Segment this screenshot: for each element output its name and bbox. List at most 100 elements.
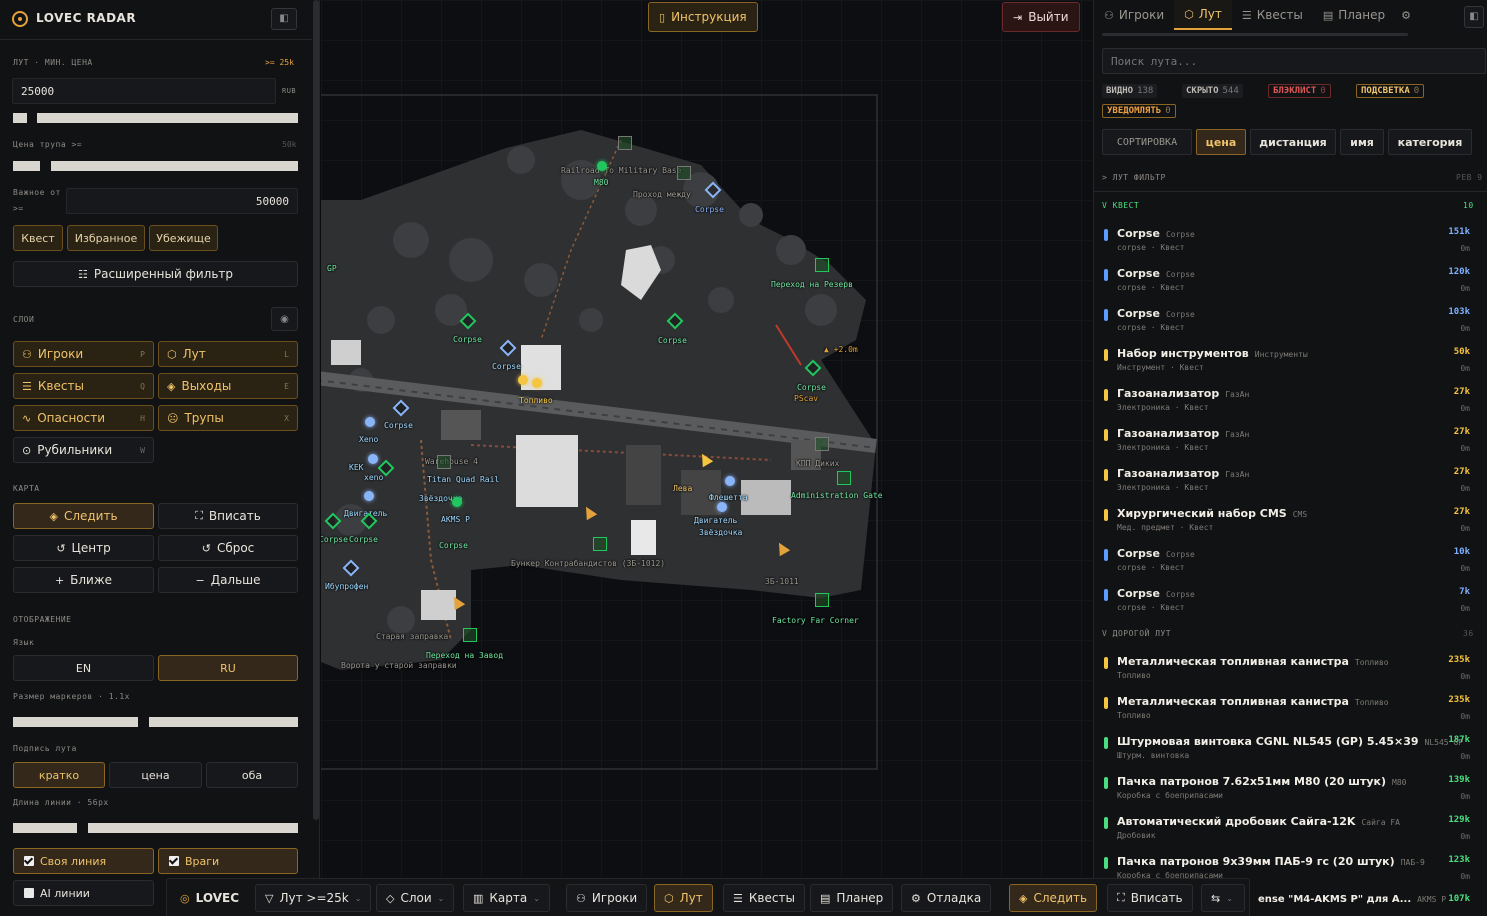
- entity-dot-icon[interactable]: [365, 417, 375, 427]
- list-item[interactable]: Corpse Corpse corpse · Квест 10k 0m: [1102, 542, 1478, 582]
- filter-stash-button[interactable]: Убежище: [149, 225, 218, 251]
- layer-loot-toggle[interactable]: ⬡ Лут L: [158, 341, 298, 367]
- list-item[interactable]: Corpse Corpse corpse · Квест 103k 0m: [1102, 302, 1478, 342]
- list-item[interactable]: Corpse Corpse corpse · Квест 151k 0m: [1102, 222, 1478, 262]
- caption-price-button[interactable]: цена: [109, 762, 202, 788]
- entity-dot-icon[interactable]: [717, 502, 727, 512]
- layers-dropdown[interactable]: ◇ Слои ⌄: [376, 884, 455, 912]
- list-item[interactable]: Corpse Corpse corpse · Квест 7k 0m: [1102, 582, 1478, 622]
- layers-visibility-button[interactable]: ◉: [271, 307, 298, 331]
- center-button[interactable]: ↺ Центр: [13, 535, 154, 561]
- layer-players-toggle[interactable]: ⚇ Игроки P: [13, 341, 154, 367]
- entity-dot-icon[interactable]: [725, 476, 735, 486]
- bottom-follow-button[interactable]: ◈ Следить: [1009, 884, 1098, 912]
- layer-quests-toggle[interactable]: ☰ Квесты Q: [13, 373, 154, 399]
- loot-filter-toggle[interactable]: > ЛУТ ФИЛЬТР: [1102, 173, 1166, 182]
- brand-button[interactable]: ◎ LOVEC: [171, 884, 248, 912]
- bottom-debug-button[interactable]: ⚙ Отладка: [901, 884, 992, 912]
- exit-square-icon[interactable]: [815, 437, 829, 451]
- line-length-slider-track[interactable]: [88, 823, 298, 833]
- ai-lines-checkbox[interactable]: AI линии: [13, 880, 154, 906]
- exit-square-icon[interactable]: [463, 628, 477, 642]
- bottom-fit-button[interactable]: ⛶ Вписать: [1107, 884, 1193, 912]
- marker-size-slider-fill[interactable]: [13, 717, 138, 727]
- left-scrollbar[interactable]: [313, 0, 319, 820]
- exit-square-icon[interactable]: [437, 455, 451, 469]
- layer-hazards-toggle[interactable]: ∿ Опасности H: [13, 405, 154, 431]
- bottom-more-button[interactable]: ⇆ ⌄: [1201, 884, 1245, 912]
- exit-button[interactable]: ⇥ Выйти: [1002, 2, 1080, 32]
- exit-square-icon[interactable]: [815, 258, 829, 272]
- loot-slider-track[interactable]: [37, 113, 298, 123]
- advanced-filter-button[interactable]: ☷ Расширенный фильтр: [13, 261, 298, 287]
- tab-planner[interactable]: ▤ Планер: [1313, 0, 1395, 30]
- list-item[interactable]: Хирургический набор CMS CMS Мед. предмет …: [1102, 502, 1478, 542]
- filter-favorites-button[interactable]: Избранное: [67, 225, 145, 251]
- entity-dot-icon[interactable]: [532, 378, 542, 388]
- bottom-players-button[interactable]: ⚇ Игроки: [566, 884, 648, 912]
- entity-dot-icon[interactable]: [597, 161, 607, 171]
- list-item[interactable]: Corpse Corpse corpse · Квест 120k 0m: [1102, 262, 1478, 302]
- own-line-checkbox[interactable]: Своя линия: [13, 848, 154, 874]
- valuable-section-header[interactable]: V ДОРОГОЙ ЛУТ: [1102, 629, 1171, 638]
- sort-distance-button[interactable]: дистанция: [1250, 129, 1336, 155]
- filter-quest-button[interactable]: Квест: [13, 225, 63, 251]
- tabs-scrollbar[interactable]: [1102, 33, 1408, 36]
- list-item[interactable]: Штурмовая винтовка CGNL NL545 (GP) 5.45×…: [1102, 730, 1478, 770]
- list-item[interactable]: Набор инструментов Инструменты Инструмент…: [1102, 342, 1478, 382]
- corpse-slider-handle[interactable]: [13, 161, 40, 171]
- bottom-planner-button[interactable]: ▤ Планер: [810, 884, 894, 912]
- caption-short-button[interactable]: кратко: [13, 762, 105, 788]
- tab-players[interactable]: ⚇ Игроки: [1094, 0, 1174, 30]
- quest-section-header[interactable]: V КВЕСТ: [1102, 201, 1139, 210]
- enemies-checkbox[interactable]: Враги: [158, 848, 298, 874]
- lang-en-button[interactable]: EN: [13, 655, 154, 681]
- list-item[interactable]: Пачка патронов 7.62x51мм M80 (20 штук) M8…: [1102, 770, 1478, 810]
- follow-button[interactable]: ◈ Следить: [13, 503, 154, 529]
- list-item[interactable]: Газоанализатор ГазАн Электроника · Квест …: [1102, 422, 1478, 462]
- entity-dot-icon[interactable]: [368, 454, 378, 464]
- fit-button[interactable]: ⛶ Вписать: [158, 503, 298, 529]
- important-value-input[interactable]: 50000: [66, 188, 298, 214]
- list-item[interactable]: Автоматический дробовик Сайга-12K Сайга F…: [1102, 810, 1478, 850]
- tab-loot[interactable]: ⬡ Лут: [1174, 0, 1232, 30]
- exit-square-icon[interactable]: [815, 593, 829, 607]
- zoom-out-button[interactable]: − Дальше: [158, 567, 298, 593]
- collapse-right-button[interactable]: ◧: [1464, 6, 1484, 28]
- chip-blacklist[interactable]: БЛЭКЛИСТ 0: [1268, 84, 1331, 98]
- sort-name-button[interactable]: имя: [1340, 129, 1384, 155]
- entity-dot-icon[interactable]: [452, 497, 462, 507]
- collapse-panel-button[interactable]: ◧: [271, 8, 297, 30]
- lang-ru-button[interactable]: RU: [158, 655, 298, 681]
- line-length-slider-fill[interactable]: [13, 823, 77, 833]
- entity-dot-icon[interactable]: [364, 491, 374, 501]
- map-dropdown[interactable]: ▥ Карта ⌄: [463, 884, 550, 912]
- loot-filter-dropdown[interactable]: ▽ Лут >=25k ⌄: [255, 884, 372, 912]
- bottom-quests-button[interactable]: ☰ Квесты: [723, 884, 805, 912]
- list-item[interactable]: Металлическая топливная канистра Топливо …: [1102, 690, 1478, 730]
- chip-notify[interactable]: УВЕДОМЛЯТЬ 0: [1102, 104, 1176, 118]
- exit-square-icon[interactable]: [593, 537, 607, 551]
- radar-map[interactable]: Railroad To Military Base M80 Проход между…: [321, 0, 1092, 916]
- marker-size-slider-track[interactable]: [149, 717, 298, 727]
- loot-slider-handle[interactable]: [13, 113, 27, 123]
- chip-highlight[interactable]: ПОДСВЕТКА 0: [1356, 84, 1425, 98]
- sort-price-button[interactable]: цена: [1196, 129, 1246, 155]
- corpse-slider-track[interactable]: [51, 161, 298, 171]
- instruction-button[interactable]: ▯ Инструкция: [648, 2, 758, 32]
- layer-corpses-toggle[interactable]: ☹ Трупы X: [158, 405, 298, 431]
- tab-debug[interactable]: ⚙: [1395, 0, 1419, 30]
- exit-square-icon[interactable]: [837, 471, 851, 485]
- loot-min-price-input[interactable]: 25000: [12, 78, 276, 104]
- exit-square-icon[interactable]: [618, 136, 632, 150]
- exit-square-icon[interactable]: [677, 166, 691, 180]
- list-item[interactable]: Газоанализатор ГазАн Электроника · Квест …: [1102, 382, 1478, 422]
- caption-both-button[interactable]: оба: [206, 762, 298, 788]
- list-item[interactable]: Газоанализатор ГазАн Электроника · Квест …: [1102, 462, 1478, 502]
- layer-exits-toggle[interactable]: ◈ Выходы E: [158, 373, 298, 399]
- chip-hidden[interactable]: СКРЫТО 544: [1182, 84, 1243, 98]
- list-item[interactable]: Металлическая топливная канистра Топливо …: [1102, 650, 1478, 690]
- layer-switches-toggle[interactable]: ⊙ Рубильники W: [13, 437, 154, 463]
- sort-category-button[interactable]: категория: [1388, 129, 1472, 155]
- zoom-in-button[interactable]: + Ближе: [13, 567, 154, 593]
